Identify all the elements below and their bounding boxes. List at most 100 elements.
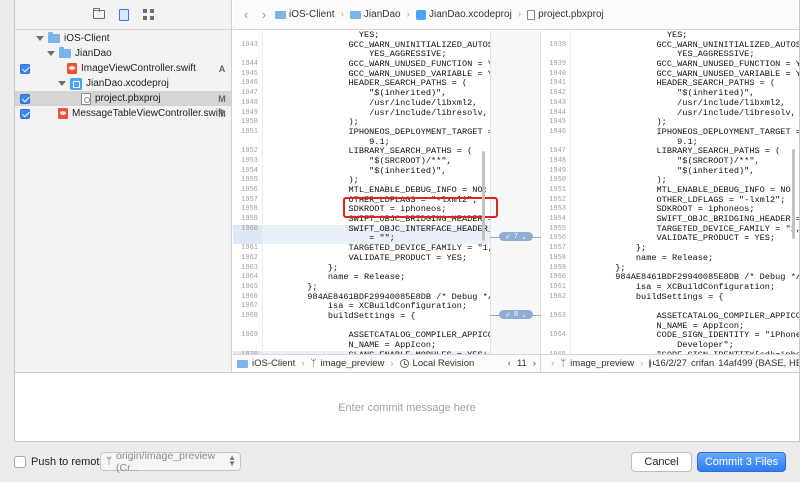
xcodeproj-icon	[415, 9, 426, 20]
line-number: 1958	[233, 205, 263, 216]
code-line: 1968 buildSettings = {	[233, 310, 490, 322]
tree-row-jiandao[interactable]: JianDao	[15, 46, 231, 61]
line-number: 1958	[541, 253, 571, 264]
updown-arrows-icon: ▲ ▼	[228, 453, 236, 468]
line-number: 1944	[541, 108, 571, 119]
line-number: 1960	[541, 273, 571, 283]
folder-icon	[275, 10, 286, 19]
checkmark-icon: ✓	[505, 233, 512, 241]
branch-name[interactable]: image_preview	[320, 358, 384, 369]
remote-branch-select[interactable]: ᛘ origin/image_preview (Cr... ▲ ▼	[100, 449, 241, 474]
line-number: 1938	[541, 40, 571, 51]
chevron-down-icon: ⌄	[520, 233, 527, 241]
line-number: 1950	[541, 176, 571, 186]
tree-label: iOS-Client	[64, 33, 110, 44]
line-number	[233, 50, 263, 61]
line-number: 1961	[541, 282, 571, 293]
tree-label: ImageViewController.swift	[81, 63, 196, 74]
line-number: 1953	[541, 205, 571, 216]
tree-row-ios-client[interactable]: iOS-Client	[15, 31, 231, 46]
tree-label: JianDao.xcodeproj	[86, 78, 169, 89]
diff-panes: YES; 1943 GCC_WARN_UNINITIALIZED_AUTOS = …	[233, 31, 799, 354]
diff-hunk-badge[interactable]: ✓ 7 ⌄	[499, 232, 533, 241]
folder-icon	[349, 10, 361, 19]
chevron-right-icon: ›	[406, 9, 410, 20]
line-number: 1951	[541, 186, 571, 196]
disclosure-triangle-icon[interactable]	[58, 81, 66, 86]
line-number: 1949	[541, 166, 571, 177]
hunk-number: 8	[514, 311, 518, 318]
code-text: buildSettings = {	[266, 310, 416, 321]
tree-row-project-pbxproj[interactable]: project.pbxproj M	[15, 91, 231, 106]
breadcrumb-label: iOS-Client	[289, 9, 335, 20]
line-number: 1964	[233, 273, 263, 283]
file-navigator: iOS-Client JianDao ImageViewController.s…	[15, 0, 232, 372]
xcodeproj-icon	[70, 77, 82, 90]
remote-branch-value: origin/image_preview (Cr...	[116, 449, 216, 474]
disclosure-triangle-icon[interactable]	[47, 51, 55, 56]
line-number	[233, 234, 263, 245]
chevron-right-icon: ›	[551, 358, 555, 369]
push-to-remote-checkbox[interactable]	[14, 456, 26, 468]
commit-message-field[interactable]: Enter commit message here	[15, 372, 799, 442]
folder-icon	[48, 32, 60, 43]
branch-icon: ᛘ	[560, 358, 567, 369]
tree-row-messagetableviewcontroller[interactable]: MessageTableViewController.swift M	[15, 106, 231, 121]
breadcrumb-label: project.pbxproj	[538, 9, 604, 20]
branch-name[interactable]: image_preview	[570, 358, 634, 369]
chevron-right-icon[interactable]: ›	[533, 358, 536, 369]
commit-author: crifan	[690, 358, 715, 369]
breadcrumb-ios-client[interactable]: iOS-Client	[275, 9, 335, 20]
chevron-left-icon[interactable]: ‹	[508, 358, 511, 369]
tree-label: JianDao	[75, 48, 112, 59]
commit-hash: 14af499 (BASE, HEAD)	[718, 358, 799, 369]
local-revision-pane[interactable]: YES; 1943 GCC_WARN_UNINITIALIZED_AUTOS = …	[233, 31, 490, 354]
diff-gutter	[490, 31, 541, 354]
folder-icon[interactable]	[92, 8, 105, 19]
grid-icon[interactable]	[142, 9, 154, 20]
include-checkbox[interactable]	[20, 63, 30, 74]
breadcrumb-jiandao[interactable]: JianDao	[349, 9, 401, 20]
line-number: 1965	[233, 282, 263, 293]
file-icon[interactable]	[118, 8, 129, 21]
repo-name[interactable]: iOS-Client	[252, 358, 295, 369]
tree-row-xcodeproj[interactable]: JianDao.xcodeproj	[15, 76, 231, 91]
back-arrow-icon[interactable]: ‹	[239, 7, 253, 22]
disclosure-triangle-icon[interactable]	[36, 36, 44, 41]
line-number: 1956	[233, 186, 263, 196]
line-number	[541, 137, 571, 148]
left-scrollbar[interactable]	[482, 151, 485, 241]
hunk-navigator: ‹ 11 ›	[508, 358, 536, 369]
tree-row-imageviewcontroller[interactable]: ImageViewController.swift A	[15, 61, 231, 76]
clock-icon	[649, 359, 657, 368]
line-number: 1943	[541, 98, 571, 109]
diff-hunk-badge[interactable]: ✓ 8 ⌄	[499, 310, 533, 319]
line-number: 1954	[233, 166, 263, 177]
line-number: 1941	[541, 79, 571, 90]
right-scrollbar[interactable]	[792, 149, 795, 239]
line-number: 1944	[233, 60, 263, 70]
include-checkbox[interactable]	[20, 108, 30, 119]
hunk-count: 11	[516, 358, 527, 369]
pbxproj-file-icon	[81, 92, 91, 105]
commit-date[interactable]: 16/2/27	[655, 358, 687, 369]
line-number: 1953	[233, 156, 263, 167]
line-number: 1959	[233, 215, 263, 225]
line-number	[233, 137, 263, 148]
base-revision-pane[interactable]: YES; 1938 GCC_WARN_UNINITIALIZED_AUTOS = …	[541, 31, 799, 354]
forward-arrow-icon[interactable]: ›	[257, 7, 271, 22]
commit-files-button[interactable]: Commit 3 Files	[697, 452, 786, 472]
cancel-button[interactable]: Cancel	[631, 452, 692, 472]
breadcrumb-pbxproj[interactable]: project.pbxproj	[527, 9, 604, 20]
line-number: 1956	[541, 234, 571, 245]
chevron-down-icon: ⌄	[520, 311, 527, 319]
include-checkbox[interactable]	[20, 93, 30, 104]
revision-name[interactable]: Local Revision	[413, 358, 475, 369]
local-revision-bar: iOS-Client › ᛘ image_preview › Local Rev…	[233, 354, 541, 372]
line-number: 1959	[541, 263, 571, 274]
line-number: 1966	[233, 292, 263, 303]
commit-sheet: iOS-Client JianDao ImageViewController.s…	[14, 0, 800, 442]
chevron-right-icon: ›	[301, 358, 305, 369]
file-tree: iOS-Client JianDao ImageViewController.s…	[15, 30, 231, 121]
breadcrumb-xcodeproj[interactable]: JianDao.xcodeproj	[415, 9, 512, 20]
